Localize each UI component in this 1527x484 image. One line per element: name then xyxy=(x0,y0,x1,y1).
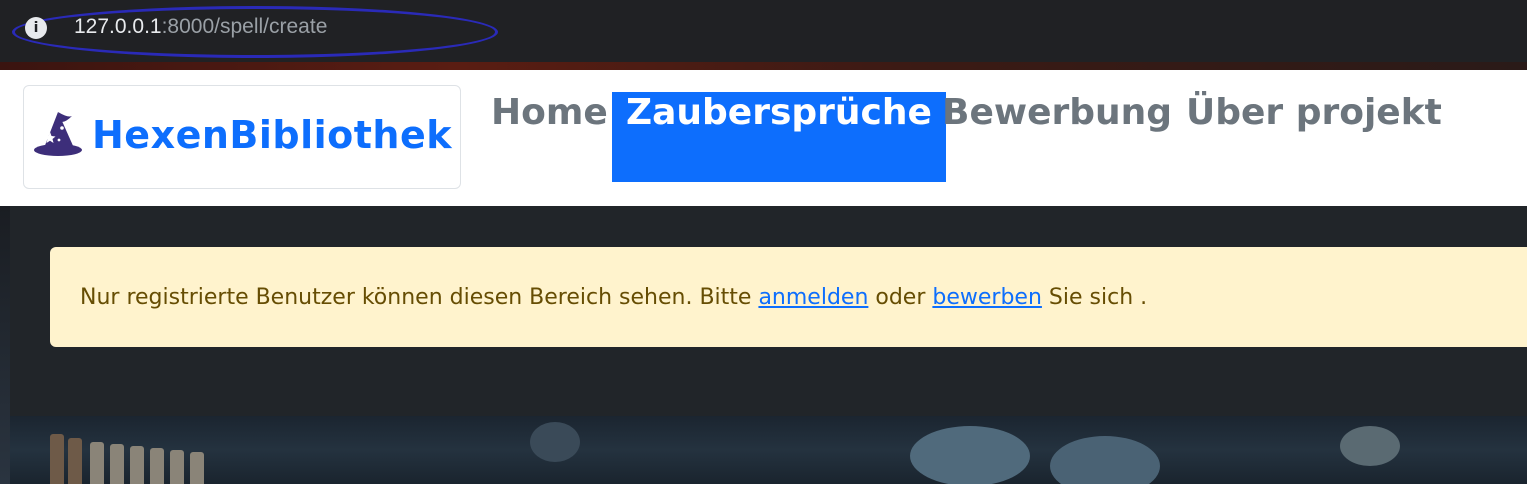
navbar: HexenBibliothek Home Zaubersprüche Bewer… xyxy=(0,70,1527,206)
nav-home[interactable]: Home xyxy=(477,92,622,182)
alert-text-end: Sie sich . xyxy=(1041,284,1148,310)
nav-ueber-projekt[interactable]: Über projekt xyxy=(1172,92,1456,182)
browser-address-bar: i 127.0.0.1:8000/spell/create xyxy=(0,0,1527,70)
alert-text-start: Nur registrierte Benutzer können diesen … xyxy=(80,284,759,310)
warning-alert: Nur registrierte Benutzer können diesen … xyxy=(50,247,1527,347)
nav-zaubersprueche[interactable]: Zaubersprüche xyxy=(612,92,946,182)
url-path: :8000/spell/create xyxy=(161,15,328,38)
url-host: 127.0.0.1 xyxy=(74,15,162,38)
apply-link[interactable]: bewerben xyxy=(932,285,1042,310)
background-edge xyxy=(0,206,10,484)
brand-name: HexenBibliothek xyxy=(92,113,453,157)
brand-logo-link[interactable]: HexenBibliothek xyxy=(23,85,461,189)
info-icon[interactable]: i xyxy=(25,17,47,39)
wizard-hat-icon xyxy=(34,112,82,156)
login-link[interactable]: anmelden xyxy=(758,285,868,310)
alert-text-middle: oder xyxy=(868,284,933,310)
nav-bewerbung[interactable]: Bewerbung xyxy=(928,92,1186,182)
url-field[interactable]: 127.0.0.1:8000/spell/create xyxy=(74,15,327,39)
background-library-image xyxy=(10,416,1527,484)
